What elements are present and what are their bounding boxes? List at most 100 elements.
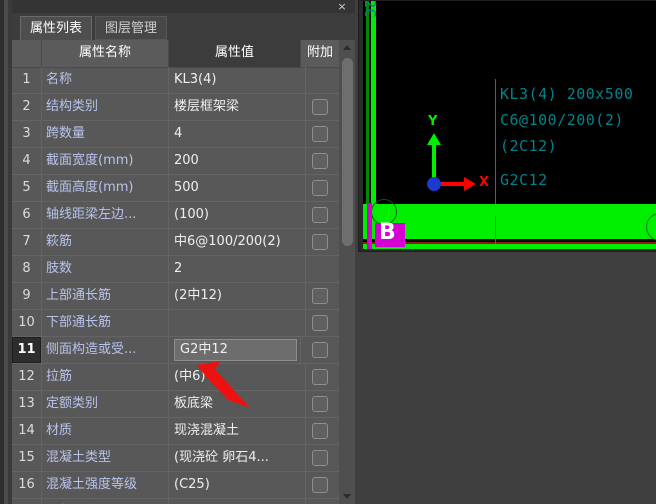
row-index[interactable]: 12 <box>12 364 42 390</box>
attach-checkbox[interactable] <box>312 396 328 412</box>
attach-checkbox[interactable] <box>312 126 328 142</box>
property-value-cell[interactable]: (C25) <box>169 472 306 498</box>
table-row[interactable]: 4 截面宽度(mm) 200 <box>12 148 339 175</box>
row-index[interactable]: 17 <box>12 499 42 504</box>
scroll-down-button[interactable] <box>339 489 355 504</box>
property-name-cell[interactable]: 截面宽度(mm) <box>42 148 169 174</box>
property-value-cell[interactable]: KL3(4) <box>169 67 306 93</box>
property-name-cell[interactable]: 肢数 <box>42 256 169 282</box>
row-index[interactable]: 2 <box>12 94 42 120</box>
row-index[interactable]: 15 <box>12 445 42 471</box>
property-name-cell[interactable]: 混凝土强度等级 <box>42 472 169 498</box>
property-value-cell[interactable]: 200 <box>169 148 306 174</box>
attach-checkbox[interactable] <box>312 153 328 169</box>
table-row[interactable]: 6 轴线距梁左边... (100) <box>12 202 339 229</box>
property-value-cell[interactable]: (现浇砼 卵石4... <box>169 445 306 471</box>
close-icon[interactable]: × <box>336 1 348 13</box>
attach-checkbox[interactable] <box>312 369 328 385</box>
property-value-cell[interactable]: 500 <box>169 175 306 201</box>
ucs-y-axis-arrowhead <box>427 133 441 145</box>
property-value-cell[interactable]: 4 <box>169 121 306 147</box>
cad-beam-bottom-edge <box>363 244 656 249</box>
attach-checkbox[interactable] <box>312 207 328 223</box>
table-row[interactable]: 16 混凝土强度等级 (C25) <box>12 472 339 499</box>
row-index[interactable]: 10 <box>12 310 42 336</box>
property-value-cell[interactable]: 板底梁 <box>169 391 306 417</box>
row-index[interactable]: 3 <box>12 121 42 147</box>
property-name-cell[interactable]: 名称 <box>42 67 169 93</box>
table-row[interactable]: 2 结构类别 楼层框架梁 <box>12 94 339 121</box>
row-index[interactable]: 11 <box>12 337 42 363</box>
property-name-cell[interactable]: 混凝土外加剂 <box>42 499 169 504</box>
property-name-cell[interactable]: 拉筋 <box>42 364 169 390</box>
tab-layer-manager[interactable]: 图层管理 <box>95 16 168 40</box>
table-row[interactable]: 13 定额类别 板底梁 <box>12 391 339 418</box>
row-index[interactable]: 1 <box>12 67 42 93</box>
property-name-cell[interactable]: 篍筋 <box>42 229 169 255</box>
property-value-cell[interactable] <box>169 310 306 336</box>
cad-viewport-frame: 2C KL3(4) 200x500 C6@100/200(2) (2C12) G… <box>358 0 656 252</box>
property-value-cell[interactable]: (中6) <box>169 364 306 390</box>
property-value-cell[interactable]: 2 <box>169 256 306 282</box>
attach-checkbox[interactable] <box>312 99 328 115</box>
attach-checkbox[interactable] <box>312 477 328 493</box>
row-index[interactable]: 8 <box>12 256 42 282</box>
property-name-cell[interactable]: 轴线距梁左边... <box>42 202 169 228</box>
row-index[interactable]: 13 <box>12 391 42 417</box>
property-name-cell[interactable]: 定额类别 <box>42 391 169 417</box>
row-index[interactable]: 5 <box>12 175 42 201</box>
attach-checkbox[interactable] <box>312 180 328 196</box>
property-grid: 属性名称 属性值 附加 1 名称 KL3(4) 2 结构类别 楼层框架梁 3 跨数量 4 4 截面宽… <box>12 40 339 504</box>
header-property-value[interactable]: 属性值 <box>169 40 301 67</box>
table-row[interactable]: 5 截面高度(mm) 500 <box>12 175 339 202</box>
property-value-cell[interactable]: G2中12 <box>169 337 301 363</box>
row-index[interactable]: 6 <box>12 202 42 228</box>
property-value-cell[interactable]: (无) <box>169 499 306 504</box>
property-name-cell[interactable]: 上部通长筋 <box>42 283 169 309</box>
row-index[interactable]: 4 <box>12 148 42 174</box>
header-attach[interactable]: 附加 <box>301 40 339 67</box>
tab-property-list[interactable]: 属性列表 <box>20 16 93 40</box>
property-value-cell[interactable]: 中6@100/200(2) <box>169 229 306 255</box>
attach-checkbox[interactable] <box>312 342 328 358</box>
attach-cell <box>301 67 339 93</box>
property-value-cell[interactable]: 现浇混凝土 <box>169 418 306 444</box>
attach-checkbox[interactable] <box>312 234 328 250</box>
table-row[interactable]: 7 篍筋 中6@100/200(2) <box>12 229 339 256</box>
scrollbar-thumb[interactable] <box>342 58 353 246</box>
property-name-cell[interactable]: 结构类别 <box>42 94 169 120</box>
row-index[interactable]: 14 <box>12 418 42 444</box>
property-value-cell[interactable]: (2中12) <box>169 283 306 309</box>
property-name-cell[interactable]: 跨数量 <box>42 121 169 147</box>
table-row[interactable]: 10 下部通长筋 <box>12 310 339 337</box>
property-grid-scrollbar[interactable] <box>339 40 355 504</box>
attach-checkbox[interactable] <box>312 450 328 466</box>
row-index[interactable]: 7 <box>12 229 42 255</box>
attach-checkbox[interactable] <box>312 315 328 331</box>
table-row[interactable]: 9 上部通长筋 (2中12) <box>12 283 339 310</box>
property-name-cell[interactable]: 混凝土类型 <box>42 445 169 471</box>
property-value-cell[interactable]: 楼层框架梁 <box>169 94 306 120</box>
table-row[interactable]: 12 拉筋 (中6) <box>12 364 339 391</box>
property-name-cell[interactable]: 材质 <box>42 418 169 444</box>
table-row[interactable]: 17混凝土外加剂(无) <box>12 499 339 504</box>
attach-checkbox[interactable] <box>312 288 328 304</box>
property-name-cell[interactable]: 截面高度(mm) <box>42 175 169 201</box>
table-row[interactable]: 11 侧面构造或受... G2中12 <box>12 337 339 364</box>
property-name-cell[interactable]: 下部通长筋 <box>42 310 169 336</box>
property-value-input[interactable]: G2中12 <box>174 339 297 361</box>
property-value-cell[interactable]: (100) <box>169 202 306 228</box>
property-name-cell[interactable]: 侧面构造或受... <box>42 337 169 363</box>
attach-checkbox[interactable] <box>312 423 328 439</box>
header-property-name[interactable]: 属性名称 <box>42 40 169 67</box>
table-row[interactable]: 1 名称 KL3(4) <box>12 67 339 94</box>
table-row[interactable]: 15 混凝土类型 (现浇砼 卵石4... <box>12 445 339 472</box>
scroll-up-button[interactable] <box>339 40 355 55</box>
row-index[interactable]: 9 <box>12 283 42 309</box>
table-row[interactable]: 3 跨数量 4 <box>12 121 339 148</box>
table-row[interactable]: 8 肢数 2 <box>12 256 339 283</box>
attach-cell <box>301 256 339 282</box>
cad-viewport[interactable]: 2C KL3(4) 200x500 C6@100/200(2) (2C12) G… <box>363 1 656 249</box>
row-index[interactable]: 16 <box>12 472 42 498</box>
table-row[interactable]: 14 材质 现浇混凝土 <box>12 418 339 445</box>
